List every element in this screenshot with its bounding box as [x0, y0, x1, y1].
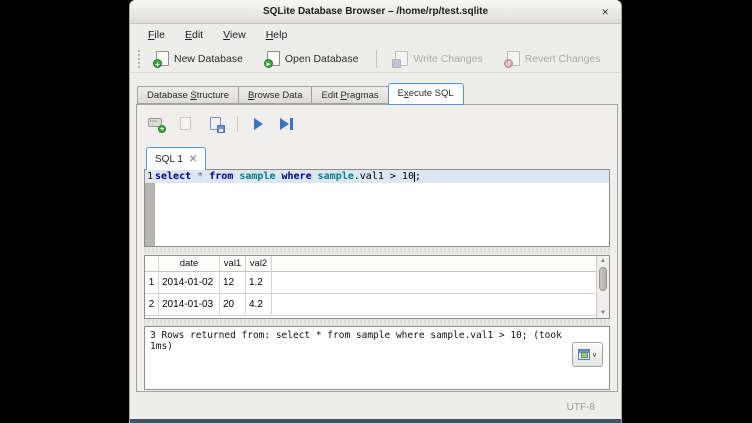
table-row[interactable]: 12014-01-02121.2 — [145, 272, 609, 294]
query-status-message: 3 Rows returned from: select * from samp… — [150, 330, 570, 352]
menu-bar: File Edit View Help — [130, 25, 621, 45]
table-row[interactable]: 22014-01-03204.2 — [145, 294, 609, 316]
write-changes-label: Write Changes — [413, 53, 482, 65]
main-tab-bar: Database Structure Browse Data Edit Prag… — [137, 83, 464, 105]
toolbar-separator — [376, 50, 377, 68]
row-number-cell[interactable]: 1 — [145, 272, 159, 293]
open-database-label: Open Database — [285, 53, 359, 65]
tab-edit-pragmas[interactable]: Edit Pragmas — [311, 86, 387, 104]
table-cell[interactable]: 4.2 — [246, 294, 272, 315]
revert-changes-icon: ↺ — [507, 51, 520, 66]
table-cell[interactable]: 2014-01-03 — [159, 294, 220, 315]
write-changes-icon — [395, 51, 408, 66]
results-scrollbar[interactable]: ▲ ▼ — [596, 256, 609, 318]
chevron-down-icon: ∨ — [592, 351, 597, 359]
open-database-icon: ▸ — [267, 51, 280, 66]
execute-line-icon[interactable] — [280, 115, 298, 133]
sql-line-tokens: select * from sample where sample.val1 >… — [155, 171, 421, 182]
table-cell[interactable]: 12 — [220, 272, 246, 293]
results-header-cell[interactable]: val2 — [246, 256, 272, 271]
sql-editor[interactable]: 1 select * from sample where sample.val1… — [144, 169, 610, 247]
close-icon[interactable]: ✕ — [601, 7, 609, 17]
status-bar: UTF-8 — [130, 394, 621, 418]
tab-database-structure[interactable]: Database Structure — [137, 86, 238, 104]
sql-document-tab[interactable]: SQL 1 ✕ — [146, 147, 206, 170]
scroll-up-icon[interactable]: ▲ — [597, 256, 609, 266]
toolbar-grip[interactable] — [138, 50, 142, 68]
results-header-cell[interactable] — [145, 256, 159, 271]
export-table-icon — [578, 349, 590, 360]
menu-file[interactable]: File — [140, 27, 173, 43]
menu-help[interactable]: Help — [258, 27, 296, 43]
window-bottom-edge — [130, 419, 621, 423]
menu-view[interactable]: View — [215, 27, 254, 43]
revert-changes-label: Revert Changes — [525, 53, 601, 65]
main-toolbar: + New Database ▸ Open Database Write Cha… — [130, 45, 621, 73]
table-cell[interactable]: 20 — [220, 294, 246, 315]
new-database-icon: + — [156, 51, 169, 66]
row-number-cell[interactable]: 2 — [145, 294, 159, 315]
execute-sql-icon[interactable] — [250, 115, 268, 133]
tab-browse-data[interactable]: Browse Data — [238, 86, 311, 104]
revert-changes-button: ↺ Revert Changes — [499, 48, 609, 69]
tab-execute-sql[interactable]: Execute SQL — [388, 83, 464, 105]
new-database-label: New Database — [174, 53, 243, 65]
results-table-body[interactable]: 12014-01-02121.222014-01-03204.2 — [145, 272, 609, 316]
query-status-box: 3 Rows returned from: select * from samp… — [144, 326, 610, 390]
sql-current-line[interactable]: 1 select * from sample where sample.val1… — [145, 170, 609, 183]
editor-gutter — [145, 183, 155, 246]
table-cell[interactable]: 2014-01-02 — [159, 272, 220, 293]
scrollbar-thumb[interactable] — [599, 267, 607, 291]
results-status-splitter[interactable] — [144, 319, 610, 326]
window-title: SQLite Database Browser – /home/rp/test.… — [130, 6, 621, 17]
open-database-button[interactable]: ▸ Open Database — [259, 48, 367, 69]
results-header-cell[interactable]: date — [159, 256, 220, 271]
save-sql-file-icon[interactable] — [207, 115, 225, 133]
execute-sql-panel: + SQL 1 ✕ 1 select * from sample where s… — [136, 104, 618, 392]
scroll-down-icon[interactable]: ▼ — [597, 308, 609, 318]
new-sql-tab-icon[interactable]: + — [147, 115, 165, 133]
new-database-button[interactable]: + New Database — [148, 48, 251, 69]
write-changes-button: Write Changes — [387, 48, 490, 69]
encoding-label: UTF-8 — [567, 402, 595, 413]
sql-tab-label: SQL 1 — [155, 154, 183, 165]
open-sql-file-icon — [177, 115, 195, 133]
title-bar[interactable]: SQLite Database Browser – /home/rp/test.… — [130, 0, 621, 24]
menu-edit[interactable]: Edit — [177, 27, 211, 43]
editor-results-splitter[interactable] — [144, 247, 610, 254]
export-results-button[interactable]: ∨ — [572, 342, 603, 367]
app-window: SQLite Database Browser – /home/rp/test.… — [129, 0, 622, 423]
sql-toolbar: + — [147, 113, 298, 135]
results-header[interactable]: dateval1val2 — [145, 256, 609, 272]
sql-toolbar-separator — [237, 116, 238, 132]
table-cell[interactable]: 1.2 — [246, 272, 272, 293]
results-header-cell[interactable]: val1 — [220, 256, 246, 271]
sql-tab-close-icon[interactable]: ✕ — [189, 154, 197, 165]
line-number: 1 — [145, 171, 155, 182]
results-table[interactable]: dateval1val2 12014-01-02121.222014-01-03… — [144, 255, 610, 319]
